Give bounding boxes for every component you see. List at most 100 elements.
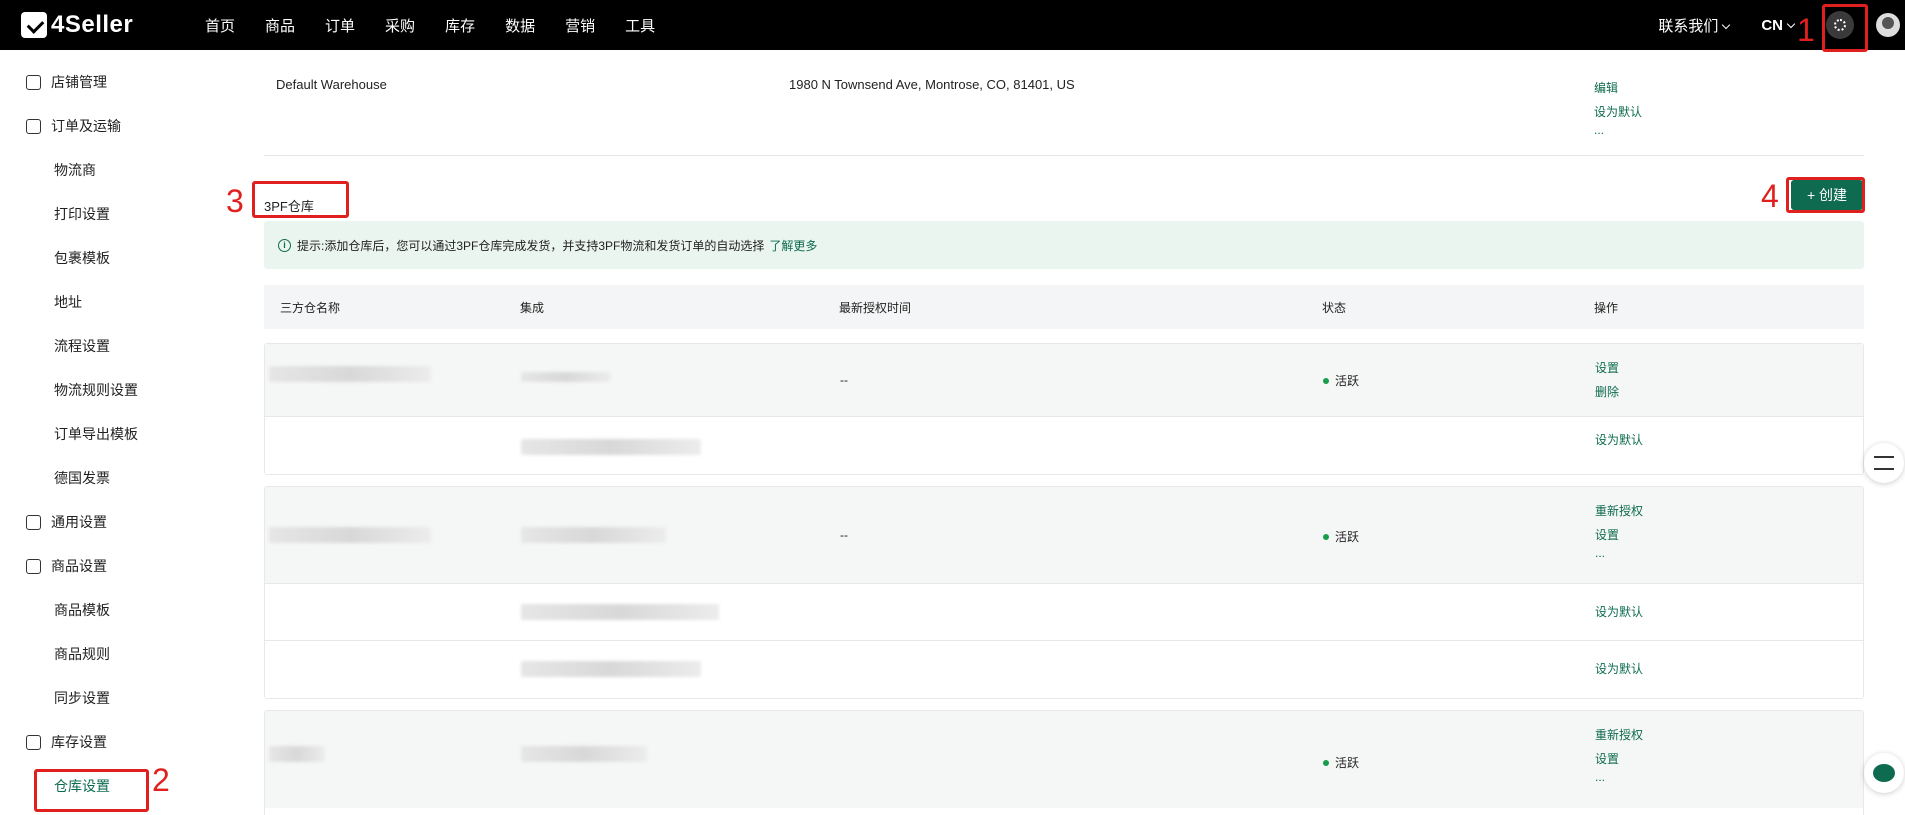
logo[interactable]: 4Seller (21, 11, 181, 39)
table-row: 活跃 重新授权 设置 ... (265, 711, 1863, 808)
set-default-link[interactable]: 设为默认 (1595, 657, 1643, 681)
learn-more-link[interactable]: 了解更多 (769, 237, 817, 254)
edit-link[interactable]: 编辑 (1594, 76, 1642, 100)
reauthorize-link[interactable]: 重新授权 (1595, 499, 1643, 523)
sidebar-item-orders-shipping[interactable]: 订单及运输 (0, 104, 232, 148)
nav-home[interactable]: 首页 (205, 15, 235, 36)
nav-marketing[interactable]: 营销 (565, 15, 595, 36)
chat-float-button[interactable] (1864, 753, 1904, 793)
nav-orders[interactable]: 订单 (325, 15, 355, 36)
top-nav-bar: 4Seller 首页 商品 订单 采购 库存 数据 营销 工具 联系我们 CN (0, 0, 1905, 50)
active-dot-icon (1323, 759, 1329, 766)
table-row: -- 活跃 重新授权 设置 ... (265, 487, 1863, 584)
default-warehouse-row: Default Warehouse 1980 N Townsend Ave, M… (264, 60, 1864, 156)
nav-products[interactable]: 商品 (265, 15, 295, 36)
sidebar-item-order-export-templates[interactable]: 订单导出模板 (0, 412, 232, 456)
sidebar-item-label: 通用设置 (51, 514, 107, 530)
info-tip: i 提示:添加仓库后，您可以通过3PF仓库完成发货，并支持3PF物流和发货订单的… (264, 221, 1864, 269)
sidebar-item-store-management[interactable]: 店铺管理 (0, 60, 232, 104)
more-link[interactable]: ... (1595, 547, 1643, 559)
status-badge: 活跃 (1323, 528, 1359, 545)
col-header-integration: 集成 (520, 301, 545, 315)
reauthorize-link[interactable]: 重新授权 (1595, 723, 1643, 747)
tip-text: 提示:添加仓库后，您可以通过3PF仓库完成发货，并支持3PF物流和发货订单的自动… (297, 238, 765, 253)
status-badge: 活跃 (1323, 372, 1359, 389)
chat-icon (1873, 764, 1895, 782)
settings-sidebar: 店铺管理 订单及运输 物流商 打印设置 包裹模板 地址 流程设置 物流规则设置 … (0, 50, 232, 815)
active-dot-icon (1323, 377, 1329, 384)
contact-us-menu[interactable]: 联系我们 (1658, 15, 1731, 36)
redacted-integration (521, 604, 719, 620)
sidebar-item-inventory-settings[interactable]: 库存设置 (0, 720, 232, 764)
row-ops: 重新授权 设置 ... (1595, 499, 1643, 559)
row-ops: 重新授权 设置 ... (1595, 723, 1643, 783)
chevron-down-icon (1722, 20, 1731, 29)
row-ops: 设为默认 (1595, 600, 1643, 624)
active-dot-icon (1323, 533, 1329, 540)
set-default-link[interactable]: 设为默认 (1594, 100, 1642, 124)
sidebar-item-general-settings[interactable]: 通用设置 (0, 500, 232, 544)
delete-link[interactable]: 删除 (1595, 380, 1619, 404)
redacted-name (269, 527, 431, 543)
sidebar-item-sync-settings[interactable]: 同步设置 (0, 676, 232, 720)
clipboard-icon (26, 118, 41, 134)
logo-icon (21, 12, 47, 38)
sidebar-item-print-settings[interactable]: 打印设置 (0, 192, 232, 236)
col-header-status: 状态 (1322, 301, 1347, 315)
warehouse-name: Default Warehouse (276, 77, 387, 92)
language-label: CN (1761, 16, 1783, 34)
annotation-number-4: 4 (1761, 178, 1779, 214)
sidebar-item-product-settings[interactable]: 商品设置 (0, 544, 232, 588)
more-link[interactable]: ... (1594, 124, 1642, 136)
settings-link[interactable]: 设置 (1595, 523, 1643, 547)
more-link[interactable]: ... (1595, 771, 1643, 783)
annotation-number-2: 2 (152, 762, 170, 798)
redacted-integration (521, 661, 701, 677)
nav-purchasing[interactable]: 采购 (385, 15, 415, 36)
status-label: 活跃 (1335, 530, 1360, 544)
status-label: 活跃 (1335, 374, 1360, 388)
sidebar-item-label: 店铺管理 (51, 74, 107, 90)
warehouse-ops: 编辑 设为默认 ... (1594, 76, 1642, 136)
set-default-link[interactable]: 设为默认 (1595, 428, 1643, 452)
table-row: 设为默认 (265, 417, 1863, 474)
table-row: -- 活跃 设置 删除 (265, 344, 1863, 417)
sidebar-item-workflow-settings[interactable]: 流程设置 (0, 324, 232, 368)
nav-tools[interactable]: 工具 (625, 15, 655, 36)
status-label: 活跃 (1335, 756, 1360, 770)
set-default-link[interactable]: 设为默认 (1595, 600, 1643, 624)
nav-data[interactable]: 数据 (505, 15, 535, 36)
row-ops: 设为默认 (1595, 657, 1643, 681)
annotation-box-4 (1786, 177, 1865, 213)
col-header-auth-time: 最新授权时间 (839, 301, 912, 315)
warehouse-address: 1980 N Townsend Ave, Montrose, CO, 81401… (789, 77, 1075, 92)
sidebar-item-carriers[interactable]: 物流商 (0, 148, 232, 192)
sidebar-item-address[interactable]: 地址 (0, 280, 232, 324)
warehouse-group: -- 活跃 设置 删除 设为默认 (264, 343, 1864, 475)
table-row: 设为默认 (265, 584, 1863, 641)
redacted-integration (521, 439, 701, 455)
settings-link[interactable]: 设置 (1595, 356, 1619, 380)
redacted-integration (521, 527, 666, 543)
table-row: 设为默认 (265, 641, 1863, 698)
list-icon (26, 514, 41, 530)
sidebar-item-package-templates[interactable]: 包裹模板 (0, 236, 232, 280)
annotation-box-3 (252, 181, 349, 218)
table-header: 三方仓名称 集成 最新授权时间 状态 操作 (264, 285, 1864, 329)
redacted-integration (521, 746, 647, 762)
settings-link[interactable]: 设置 (1595, 747, 1643, 771)
sidebar-item-product-rules[interactable]: 商品规则 (0, 632, 232, 676)
sidebar-item-product-templates[interactable]: 商品模板 (0, 588, 232, 632)
sidebar-item-german-invoice[interactable]: 德国发票 (0, 456, 232, 500)
sidebar-item-label: 商品设置 (51, 558, 107, 574)
redacted-name (269, 746, 325, 762)
annotation-number-3: 3 (226, 183, 244, 219)
search-list-float-button[interactable] (1864, 443, 1904, 483)
auth-time: -- (840, 373, 848, 387)
col-header-name: 三方仓名称 (280, 301, 341, 315)
language-menu[interactable]: CN (1761, 16, 1796, 34)
warehouse-icon (26, 734, 41, 750)
avatar[interactable] (1876, 13, 1900, 37)
sidebar-item-shipping-rules[interactable]: 物流规则设置 (0, 368, 232, 412)
nav-inventory[interactable]: 库存 (445, 15, 475, 36)
